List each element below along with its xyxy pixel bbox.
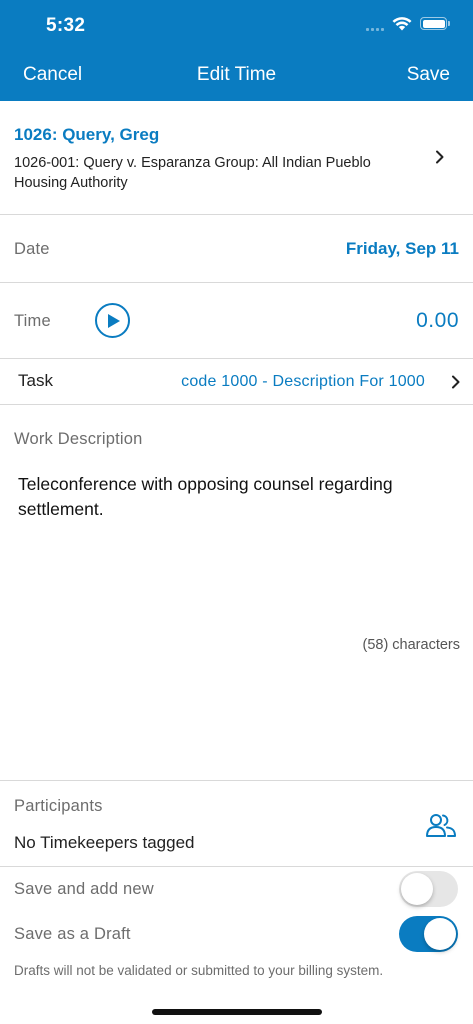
divider <box>0 358 473 359</box>
date-label: Date <box>14 240 50 258</box>
work-description-input[interactable]: Teleconference with opposing counsel reg… <box>18 472 458 522</box>
task-value: code 1000 - Description For 1000 <box>181 373 425 390</box>
app-header: 5:32 Cancel Edit Time Save <box>0 0 473 101</box>
draft-footnote: Drafts will not be validated or submitte… <box>14 963 384 978</box>
save-and-add-new-label: Save and add new <box>14 880 154 898</box>
timer-play-button[interactable] <box>95 303 130 338</box>
time-value[interactable]: 0.00 <box>416 309 459 333</box>
play-icon <box>108 314 120 328</box>
home-indicator <box>152 1009 322 1015</box>
page-title: Edit Time <box>196 64 277 85</box>
chevron-right-icon <box>436 150 444 164</box>
character-count: (58) characters <box>362 637 460 653</box>
divider <box>0 282 473 283</box>
matter-title: 1026: Query, Greg <box>14 125 160 144</box>
save-as-draft-label: Save as a Draft <box>14 925 131 943</box>
participants-value: No Timekeepers tagged <box>14 833 195 852</box>
task-label: Task <box>18 371 53 390</box>
cellular-signal-icon <box>366 28 384 31</box>
date-value[interactable]: Friday, Sep 11 <box>346 239 459 259</box>
divider <box>0 866 473 867</box>
people-icon[interactable] <box>425 812 457 838</box>
status-time: 5:32 <box>46 15 86 36</box>
battery-icon <box>420 17 450 30</box>
divider <box>0 404 473 405</box>
save-and-add-new-toggle[interactable] <box>399 871 458 907</box>
save-as-draft-toggle[interactable] <box>399 916 458 952</box>
wifi-icon <box>392 17 412 31</box>
time-label: Time <box>14 312 51 330</box>
divider <box>0 780 473 781</box>
work-description-label: Work Description <box>14 430 143 448</box>
save-button[interactable]: Save <box>407 64 450 86</box>
chevron-right-icon <box>452 375 460 389</box>
divider <box>0 214 473 215</box>
participants-label: Participants <box>14 797 103 815</box>
matter-description: 1026-001: Query v. Esparanza Group: All … <box>14 155 371 191</box>
